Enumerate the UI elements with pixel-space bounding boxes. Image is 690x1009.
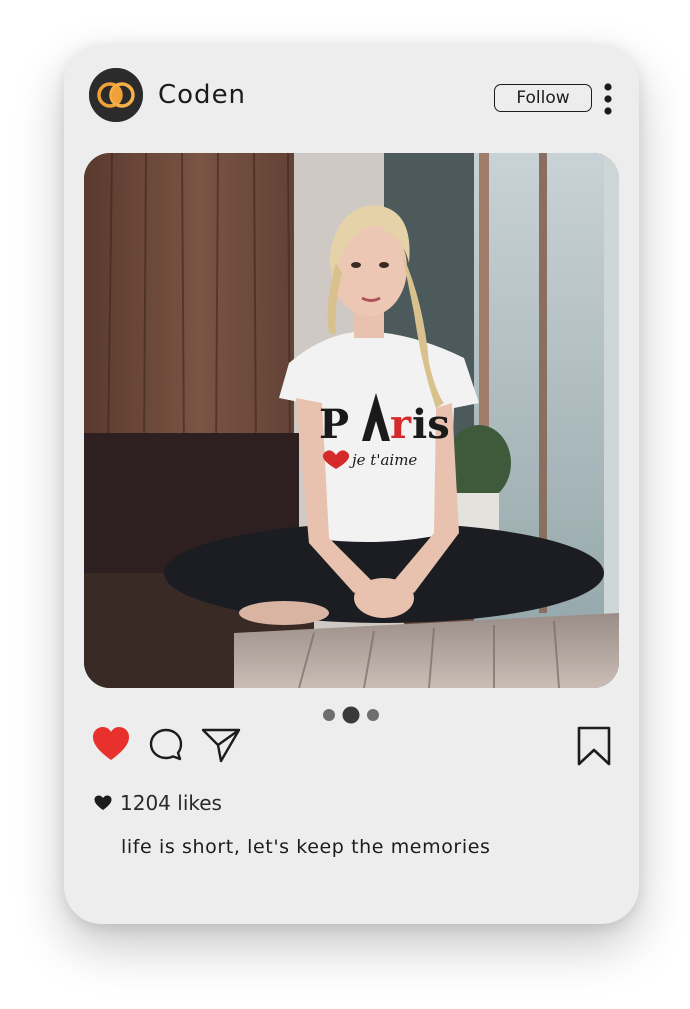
send-icon[interactable] (201, 726, 241, 764)
small-heart-icon (94, 795, 112, 810)
post-caption: life is short, let's keep the memories (121, 836, 491, 858)
likes-count: 1204 likes (120, 791, 222, 815)
follow-button[interactable]: Follow (494, 84, 592, 112)
carousel-dot[interactable] (323, 709, 335, 721)
svg-text:is: is (412, 401, 450, 448)
more-options-icon[interactable] (602, 82, 614, 116)
svg-text:P: P (319, 401, 349, 448)
likes-row[interactable]: 1204 likes (94, 789, 222, 817)
svg-text:r: r (390, 401, 412, 448)
username[interactable]: Coden (158, 80, 246, 110)
like-heart-icon[interactable] (92, 726, 130, 762)
carousel-dot-active[interactable] (342, 706, 360, 724)
svg-text:je t'aime: je t'aime (349, 451, 417, 469)
comment-icon[interactable] (149, 728, 183, 762)
photo-illustration: P r is je t'aime (84, 153, 619, 688)
avatar[interactable] (89, 68, 143, 122)
carousel-indicator[interactable] (322, 705, 382, 725)
carousel-dot[interactable] (367, 709, 379, 721)
bookmark-icon[interactable] (576, 726, 612, 766)
post-photo[interactable]: P r is je t'aime (84, 153, 619, 688)
post-card: Coden Follow P r is je t'aime 1204 likes… (64, 44, 639, 924)
logo-rings-icon (89, 68, 143, 122)
